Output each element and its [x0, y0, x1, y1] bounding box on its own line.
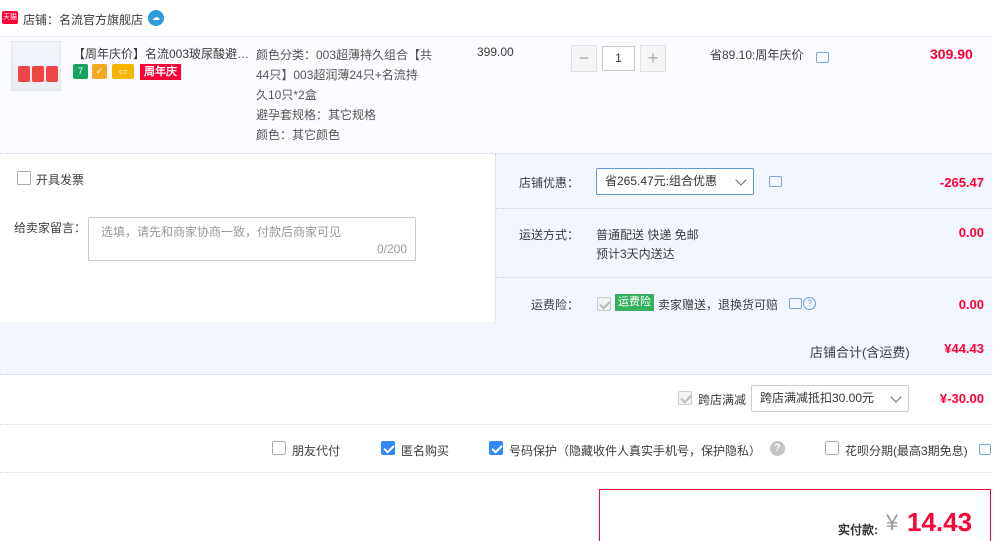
divider [496, 277, 992, 278]
huabei-label[interactable]: 花呗分期(最高3期免息) [845, 442, 968, 459]
service-guarantee-icon: ✓ [92, 64, 107, 79]
item-savings: 省89.10:周年庆价 [710, 48, 804, 62]
cross-store-checkbox [678, 391, 692, 405]
product-title[interactable]: 【周年庆价】名流003玻尿酸避孕套 [73, 45, 251, 62]
cross-store-value: 跨店满减抵扣30.00元 [760, 391, 875, 405]
sku-info: 颜色分类：003超薄持久组合【共 44只】003超润薄24只+名流持 久10只*… [256, 45, 456, 145]
item-subtotal: 309.90 [930, 46, 973, 62]
sku-line: 颜色分类：003超薄持久组合【共 [256, 48, 433, 62]
shipping-label: 运送方式： [519, 228, 580, 242]
pack-shape [18, 66, 30, 82]
quantity-input[interactable]: 1 [602, 46, 635, 71]
freight-insurance-label: 运费险： [531, 298, 580, 312]
shipping-method: 普通配送 快递 免邮 [596, 228, 699, 242]
anonymous-label[interactable]: 匿名购买 [401, 442, 449, 459]
invoice-checkbox[interactable] [17, 171, 31, 185]
sku-line: 颜色：其它颜色 [256, 128, 341, 142]
freight-insurance-desc: 卖家赠送，退换货可赔 [658, 298, 779, 312]
anonymous-checkbox[interactable] [381, 441, 395, 455]
shop-discount-value: 省265.47元:组合优惠 [605, 174, 718, 188]
service-card-icon: ▭ [112, 64, 134, 79]
shop-discount-label: 店铺优惠： [519, 176, 580, 190]
tmall-badge-icon: 天猫 [2, 11, 18, 24]
qty-decrease-button[interactable]: − [571, 45, 597, 72]
cross-store-amount: ¥-30.00 [939, 391, 984, 406]
help-icon[interactable]: ? [770, 441, 785, 456]
shop-total-amount: ¥44.43 [944, 341, 984, 356]
message-label: 给卖家留言： [14, 221, 87, 235]
currency-symbol: ¥ [886, 510, 899, 535]
shop-header: 天猫 店铺：名流官方旗舰店 ☁ [0, 0, 998, 36]
freight-insurance-tag: 运费险 [615, 294, 654, 311]
promo-info-icon[interactable] [816, 52, 829, 63]
chevron-down-icon [890, 391, 902, 403]
freight-insurance-checkbox [597, 297, 611, 311]
divider [496, 208, 992, 209]
payment-label: 实付款: [838, 523, 878, 537]
number-protect-checkbox[interactable] [489, 441, 503, 455]
product-thumbnail[interactable] [11, 41, 61, 91]
shop-discount-select[interactable]: 省265.47元:组合优惠 [596, 168, 754, 195]
shipping-eta: 预计3天内送达 [596, 247, 675, 261]
qty-increase-button[interactable]: + [640, 45, 666, 72]
huabei-checkbox[interactable] [825, 441, 839, 455]
sku-line: 避孕套规格：其它规格 [256, 108, 377, 122]
shop-name[interactable]: 店铺：名流官方旗舰店 [23, 11, 143, 28]
anniversary-promo-tag: 周年庆 [140, 64, 181, 80]
question-icon[interactable]: ? [803, 297, 816, 310]
wangwang-chat-icon[interactable]: ☁ [148, 10, 164, 26]
message-placeholder: 选填，请先和商家协商一致，付款后商家可见 [101, 225, 342, 239]
insurance-info-icon[interactable] [789, 298, 802, 309]
friend-pay-checkbox[interactable] [272, 441, 286, 455]
pack-shape [32, 66, 44, 82]
message-char-counter: 0/200 [376, 242, 407, 256]
unit-price: 399.00 [477, 45, 514, 59]
service-seven-day-icon: 7 [73, 64, 88, 79]
cross-store-label: 跨店满减 [698, 393, 747, 407]
seller-message-input[interactable]: 选填，请先和商家协商一致，付款后商家可见 0/200 [88, 217, 416, 261]
number-protect-label[interactable]: 号码保护（隐藏收件人真实手机号，保护隐私） [509, 442, 761, 459]
invoice-label[interactable]: 开具发票 [36, 171, 84, 188]
sku-line: 久10只*2盒 [256, 88, 317, 102]
chevron-down-icon [735, 174, 747, 186]
cross-store-select[interactable]: 跨店满减抵扣30.00元 [751, 385, 909, 412]
sku-line: 44只】003超润薄24只+名流持 [256, 68, 418, 82]
quantity-stepper: − 1 + [571, 45, 667, 72]
friend-pay-label[interactable]: 朋友代付 [292, 442, 340, 459]
pack-shape [46, 66, 58, 82]
discount-info-icon[interactable] [769, 176, 782, 187]
payment-amount: 14.43 [907, 507, 973, 537]
shipping-amount: 0.00 [958, 225, 984, 240]
shop-total-label: 店铺合计(含运费) [810, 345, 910, 360]
shop-discount-amount: -265.47 [939, 175, 984, 190]
huabei-info-icon[interactable] [979, 444, 991, 455]
insurance-amount: 0.00 [958, 297, 984, 312]
